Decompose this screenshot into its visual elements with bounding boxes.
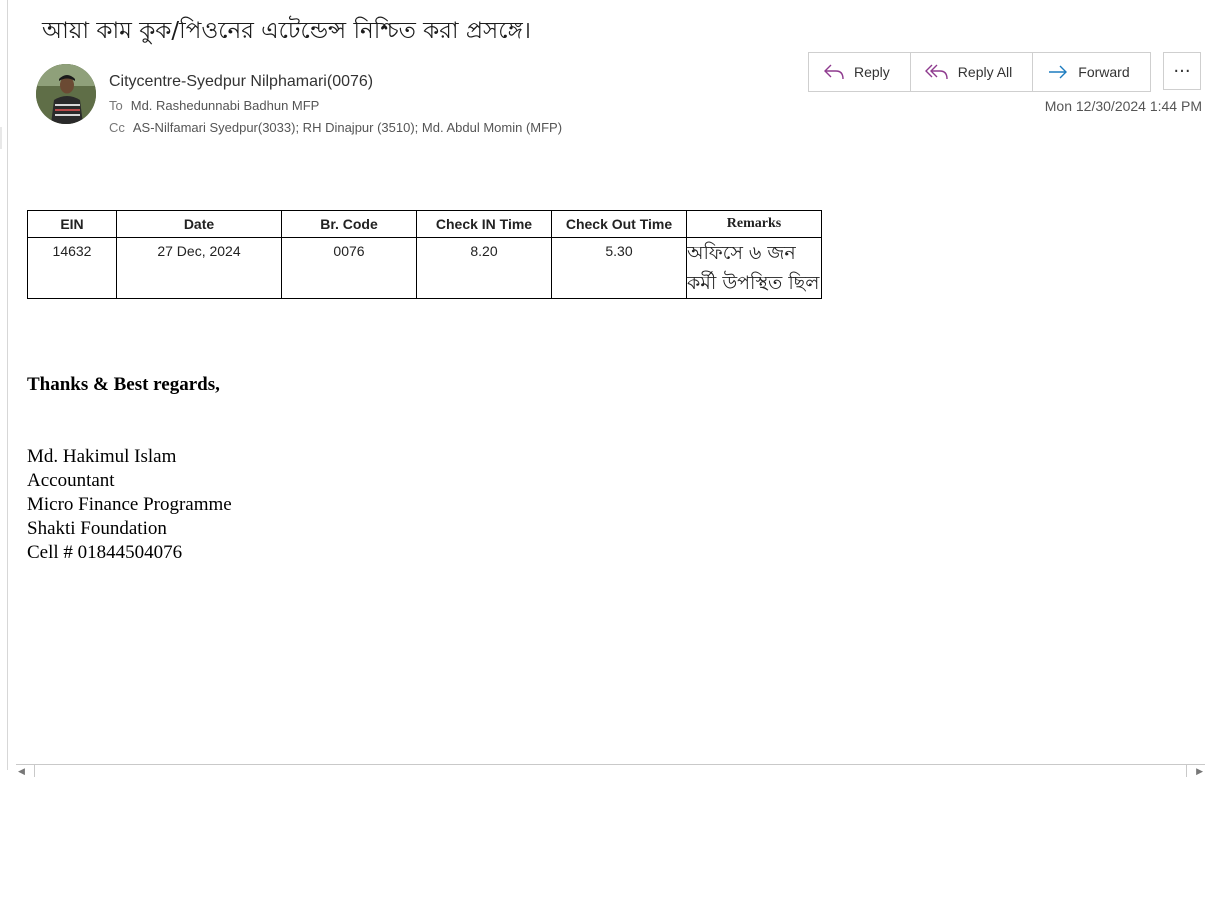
attendance-table: EIN Date Br. Code Check IN Time Check Ou… [27,210,822,299]
signature-cell: Cell # 01844504076 [27,542,183,563]
col-br-code: Br. Code [281,210,417,238]
message-actions-toolbar: Reply Reply All Forward [808,52,1151,92]
table-header-row: EIN Date Br. Code Check IN Time Check Ou… [27,210,822,238]
reply-icon [824,64,844,80]
reply-all-icon [924,64,948,80]
col-check-out: Check Out Time [551,210,687,238]
forward-button[interactable]: Forward [1033,53,1149,91]
forward-icon [1049,65,1068,79]
signature-block: Md. Hakimul Islam Accountant Micro Finan… [27,445,232,565]
cell-date: 27 Dec, 2024 [116,237,282,299]
col-ein: EIN [27,210,117,238]
reply-all-button[interactable]: Reply All [911,53,1034,91]
scroll-thumb[interactable] [34,765,1187,777]
col-remarks: Remarks [686,210,822,238]
cell-ein: 14632 [27,237,117,299]
sender-avatar[interactable] [36,64,96,124]
cell-check-out: 5.30 [551,237,687,299]
cell-check-in: 8.20 [416,237,552,299]
reply-label: Reply [854,64,890,80]
scroll-left-icon[interactable]: ◀ [18,767,34,779]
signature-org: Shakti Foundation [27,518,167,539]
reading-pane-border [7,0,8,770]
sent-date: Mon 12/30/2024 1:44 PM [1044,98,1202,114]
cc-line: Cc AS-Nilfamari Syedpur(3033); RH Dinajpu… [109,120,562,135]
col-check-in: Check IN Time [416,210,552,238]
table-row: 14632 27 Dec, 2024 0076 8.20 5.30 অফিসে … [27,237,822,299]
person-photo-icon [36,64,96,124]
more-actions-button[interactable]: ··· [1163,52,1201,90]
forward-label: Forward [1078,64,1130,80]
signature-program: Micro Finance Programme [27,494,232,515]
to-label: To [109,98,123,113]
col-date: Date [116,210,282,238]
cell-remarks: অফিসে ৬ জন কর্মী উপস্থিত ছিল [686,237,822,299]
sender-name[interactable]: Citycentre-Syedpur Nilphamari(0076) [109,73,373,91]
email-subject: আয়া কাম কুক/পিওনের এটেন্ডেন্স নিশ্চিত ক… [42,18,531,44]
closing-regards: Thanks & Best regards, [27,374,220,395]
more-icon: ··· [1173,60,1191,82]
to-recipients[interactable]: Md. Rashedunnabi Badhun MFP [131,98,320,113]
cc-label: Cc [109,120,125,135]
remarks-line-2: কর্মী উপস্থিত ছিল [687,272,820,294]
signature-name: Md. Hakimul Islam [27,446,177,467]
reply-all-label: Reply All [957,64,1013,80]
reply-button[interactable]: Reply [809,53,911,91]
scroll-right-icon[interactable]: ▶ [1187,767,1203,779]
remarks-line-1: অফিসে ৬ জন [687,242,796,264]
horizontal-scrollbar[interactable]: ◀ ▶ [16,764,1205,779]
to-line: To Md. Rashedunnabi Badhun MFP [109,98,319,113]
pane-splitter[interactable] [0,127,2,149]
signature-title: Accountant [27,470,115,491]
cell-br-code: 0076 [281,237,417,299]
cc-recipients[interactable]: AS-Nilfamari Syedpur(3033); RH Dinajpur … [133,120,562,135]
